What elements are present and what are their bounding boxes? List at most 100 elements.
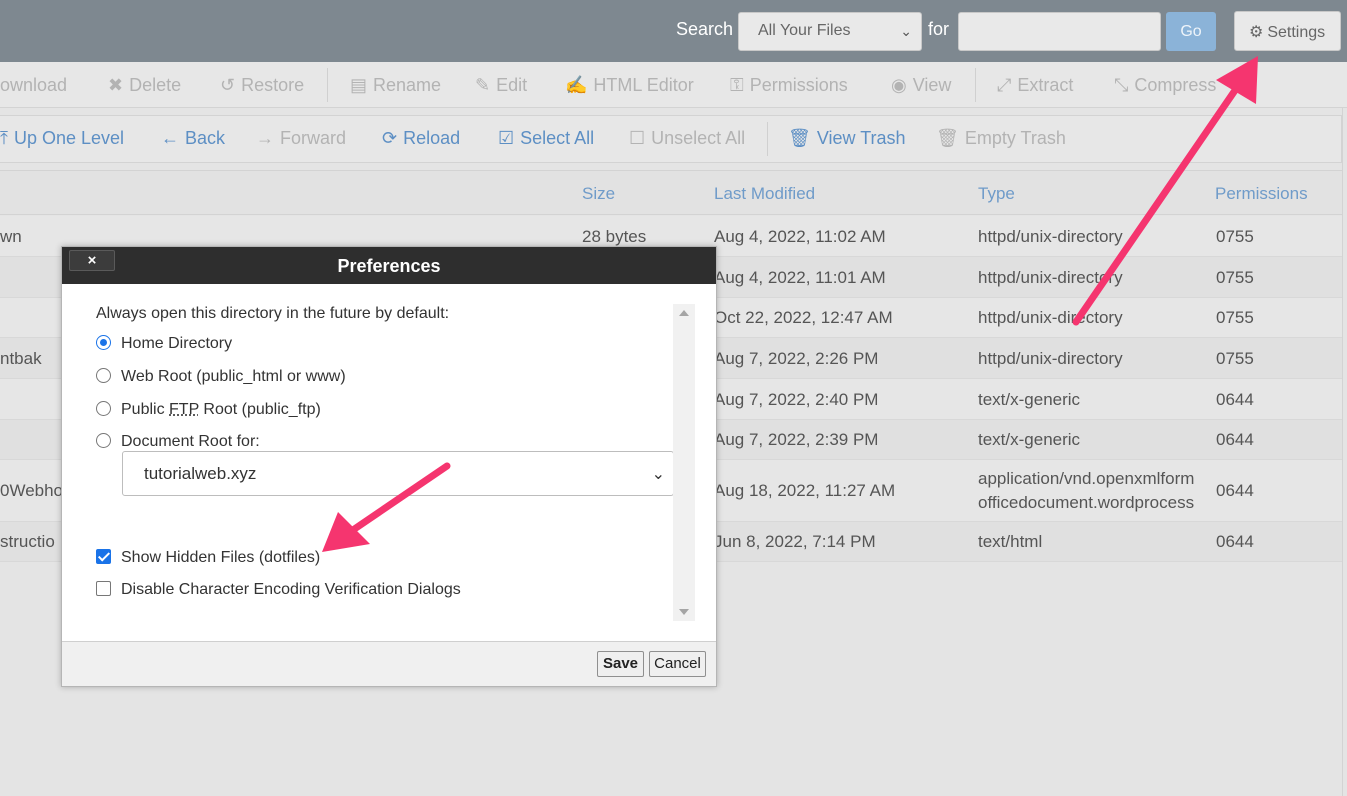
back-button[interactable]: ← Back xyxy=(161,128,225,149)
html-editor-icon: ✍ xyxy=(565,75,588,95)
dialog-header: Preferences × xyxy=(62,247,716,284)
rename-button[interactable]: ▤ Rename xyxy=(350,75,441,96)
home-directory-radio[interactable] xyxy=(96,335,111,350)
default-directory-label: Always open this directory in the future… xyxy=(96,305,450,322)
column-header-size[interactable]: Size xyxy=(582,184,615,204)
save-button[interactable]: Save xyxy=(597,651,644,677)
edit-button[interactable]: ✎ Edit xyxy=(475,75,527,96)
toolbar-divider xyxy=(975,68,976,102)
chevron-down-icon: ⌄ xyxy=(900,23,912,39)
dialog-body: Always open this directory in the future… xyxy=(62,284,716,641)
ftp-abbreviation: FTP xyxy=(169,401,199,418)
delete-button[interactable]: ✖ Delete xyxy=(108,75,181,96)
cancel-button[interactable]: Cancel xyxy=(649,651,706,677)
file-modified: Aug 18, 2022, 11:27 AM xyxy=(714,481,896,500)
file-modified: Jun 8, 2022, 7:14 PM xyxy=(714,532,876,551)
file-modified: Aug 4, 2022, 11:02 AM xyxy=(714,227,886,246)
file-type: application/vnd.openxmlform xyxy=(978,469,1195,488)
file-permissions: 0755 xyxy=(1216,308,1254,327)
dialog-title: Preferences xyxy=(337,256,441,276)
document-root-domain-select[interactable]: tutorialweb.xyz ⌄ xyxy=(122,451,674,496)
file-permissions: 0644 xyxy=(1216,532,1254,551)
compress-button[interactable]: ⤡ Compress xyxy=(1114,75,1216,96)
chevron-down-icon: ⌄ xyxy=(651,466,665,483)
forward-button[interactable]: → Forward xyxy=(256,128,346,149)
search-scope-value: All Your Files xyxy=(758,22,851,39)
scroll-down-icon[interactable] xyxy=(679,609,689,615)
option-document-root[interactable]: Document Root for: xyxy=(96,433,260,451)
scroll-up-icon[interactable] xyxy=(679,310,689,316)
option-public-ftp-root[interactable]: Public FTP Root (public_ftp) xyxy=(96,401,321,419)
column-header-permissions[interactable]: Permissions xyxy=(1215,184,1308,204)
delete-icon: ✖ xyxy=(108,75,124,95)
file-name: 0Webho xyxy=(0,481,64,500)
reload-button[interactable]: ⟳ Reload xyxy=(382,128,460,149)
file-actions-toolbar: ownload ✖ Delete ↺ Restore ▤ Rename ✎ Edit ✍… xyxy=(0,62,1347,108)
empty-trash-button[interactable]: 🗑 Empty Trash xyxy=(936,128,1066,149)
file-permissions: 0755 xyxy=(1216,349,1254,368)
show-hidden-files-option[interactable]: Show Hidden Files (dotfiles) xyxy=(96,549,320,567)
document-root-domain-value: tutorialweb.xyz xyxy=(144,464,257,483)
select-all-icon: ☑ xyxy=(498,128,515,148)
view-icon: ◉ xyxy=(891,75,907,95)
panel-border xyxy=(1342,108,1343,796)
up-one-level-button[interactable]: ⤒ Up One Level xyxy=(0,128,124,149)
file-size: 28 bytes xyxy=(582,227,647,246)
file-type: text/x-generic xyxy=(978,430,1081,449)
select-all-button[interactable]: ☑ Select All xyxy=(498,128,594,149)
public-ftp-root-radio[interactable] xyxy=(96,401,111,416)
view-trash-button[interactable]: 🗑 View Trash xyxy=(788,128,906,149)
column-header-type[interactable]: Type xyxy=(978,184,1015,204)
forward-arrow-icon: → xyxy=(256,128,274,148)
file-permissions: 0644 xyxy=(1216,481,1254,500)
toolbar-divider xyxy=(767,122,768,156)
settings-button[interactable]: ⚙ Settings xyxy=(1234,11,1341,51)
restore-icon: ↺ xyxy=(220,75,236,95)
restore-button[interactable]: ↺ Restore xyxy=(220,75,304,96)
permissions-icon: ⚿ xyxy=(730,75,744,95)
file-name: structio xyxy=(0,532,55,551)
column-header-last-modified[interactable]: Last Modified xyxy=(714,184,815,204)
document-root-radio[interactable] xyxy=(96,433,111,448)
unselect-all-button[interactable]: ☐ Unselect All xyxy=(629,128,745,149)
file-type: text/x-generic xyxy=(978,390,1081,409)
file-modified: Aug 7, 2022, 2:39 PM xyxy=(714,430,879,449)
trash-icon: 🗑 xyxy=(788,128,811,148)
extract-button[interactable]: ⤢ Extract xyxy=(997,75,1073,96)
file-permissions: 0644 xyxy=(1216,390,1254,409)
up-level-icon: ⤒ xyxy=(0,128,8,148)
file-type: httpd/unix-directory xyxy=(978,308,1123,327)
search-scope-select[interactable]: All Your Files ⌄ xyxy=(738,12,922,51)
dialog-scrollbar[interactable] xyxy=(673,304,695,621)
dialog-footer: Save Cancel xyxy=(62,641,716,686)
toolbar-divider xyxy=(327,68,328,102)
go-button[interactable]: Go xyxy=(1166,12,1216,51)
disable-encoding-dialogs-option[interactable]: Disable Character Encoding Verification … xyxy=(96,581,461,599)
preferences-dialog: Preferences × Always open this directory… xyxy=(61,246,717,687)
download-button[interactable]: ownload xyxy=(0,75,67,96)
close-icon: × xyxy=(87,252,97,269)
disable-encoding-dialogs-checkbox[interactable] xyxy=(96,581,111,596)
show-hidden-files-checkbox[interactable] xyxy=(96,549,111,564)
compress-icon: ⤡ xyxy=(1114,75,1129,95)
file-name: ntbak xyxy=(0,349,42,368)
file-permissions: 0644 xyxy=(1216,430,1254,449)
close-button[interactable]: × xyxy=(69,250,115,271)
web-root-radio[interactable] xyxy=(96,368,111,383)
option-web-root[interactable]: Web Root (public_html or www) xyxy=(96,368,346,386)
file-modified: Aug 4, 2022, 11:01 AM xyxy=(714,268,886,287)
file-type-continued: officedocument.wordprocess xyxy=(978,493,1195,512)
unselect-all-icon: ☐ xyxy=(629,128,646,148)
view-button[interactable]: ◉ View xyxy=(891,75,951,96)
rename-icon: ▤ xyxy=(350,75,368,95)
extract-icon: ⤢ xyxy=(997,75,1012,95)
html-editor-button[interactable]: ✍ HTML Editor xyxy=(565,75,694,96)
file-permissions: 0755 xyxy=(1216,268,1254,287)
search-label: Search xyxy=(676,19,734,39)
file-type: httpd/unix-directory xyxy=(978,349,1123,368)
navigation-toolbar: ⤒ Up One Level ← Back → Forward ⟳ Reload ☑ Se… xyxy=(0,115,1342,163)
option-home-directory[interactable]: Home Directory xyxy=(96,335,232,353)
permissions-button[interactable]: ⚿ Permissions xyxy=(730,75,848,96)
empty-trash-icon: 🗑 xyxy=(936,128,959,148)
search-input[interactable] xyxy=(958,12,1161,51)
